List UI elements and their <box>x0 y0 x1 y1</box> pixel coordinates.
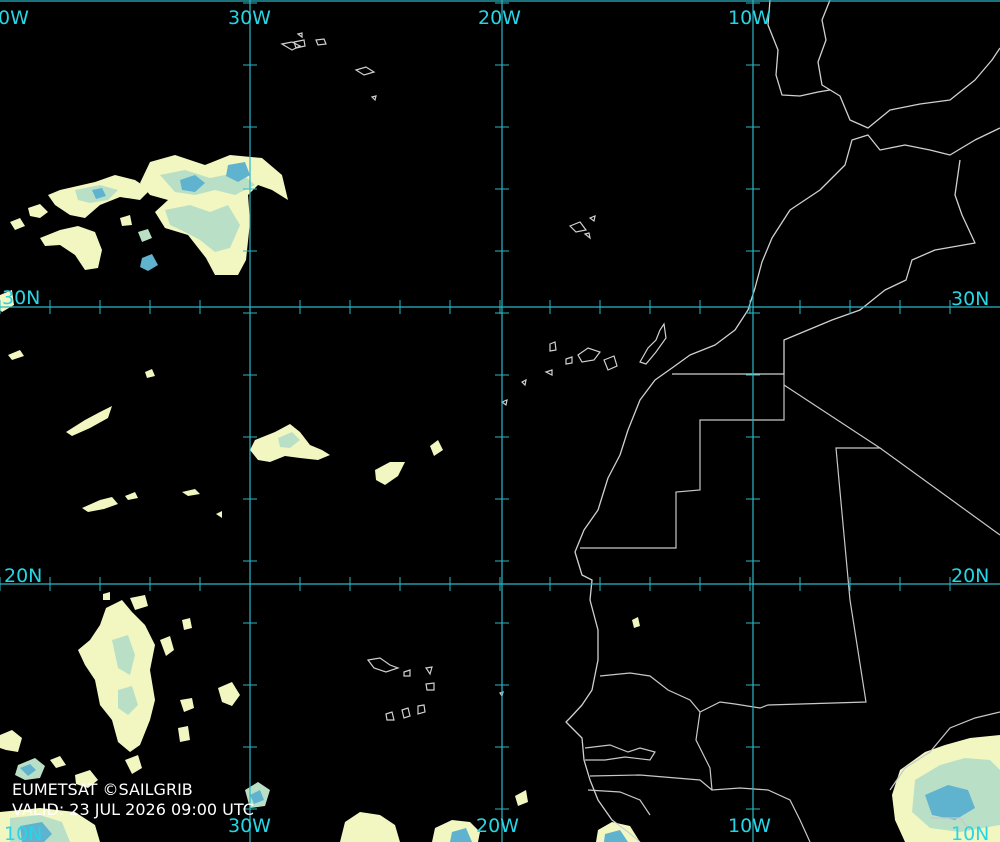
source-credit: EUMETSAT ©SAILGRIB <box>12 780 193 799</box>
valid-time: VALID: 23 JUL 2026 09:00 UTC <box>12 800 254 819</box>
lat-label-10n-right: 10N <box>951 823 989 842</box>
lon-label-10w-bottom: 10W <box>728 815 771 837</box>
lon-label-40w: 0W <box>0 7 29 29</box>
lat-label-10n-left: 10N <box>4 823 42 842</box>
lon-label-20w-top: 20W <box>478 7 521 29</box>
satellite-cloud-map[interactable]: 0W 30W 20W 10W 30W 20W 10W 30N 30N 20N 2… <box>0 0 1000 842</box>
lat-label-30n-right: 30N <box>951 288 989 310</box>
lat-label-20n-right: 20N <box>951 565 989 587</box>
lat-label-20n-left: 20N <box>4 565 42 587</box>
lon-label-30w-top: 30W <box>228 7 271 29</box>
lon-label-10w-top: 10W <box>728 7 771 29</box>
lon-label-20w-bottom: 20W <box>476 815 519 837</box>
lat-label-30n-left: 30N <box>2 287 40 309</box>
